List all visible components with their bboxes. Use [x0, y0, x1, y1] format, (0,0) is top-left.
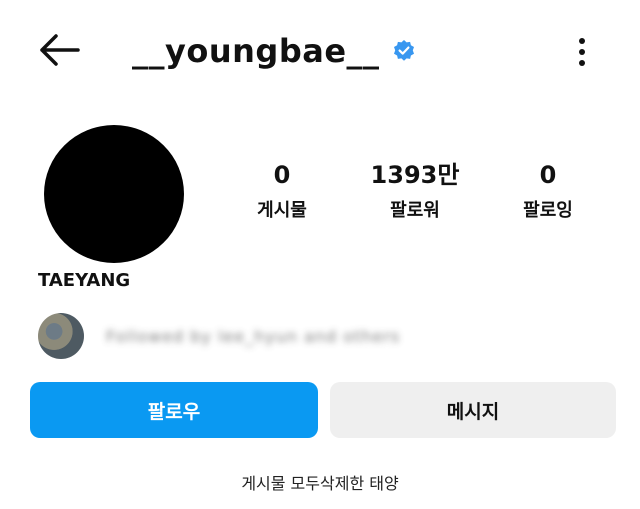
mutual-follower-avatar	[38, 313, 84, 359]
profile-header: __youngbae__	[132, 28, 416, 74]
back-arrow-icon	[40, 34, 80, 66]
stat-following[interactable]: 0 팔로잉	[488, 160, 608, 224]
back-arrow-button[interactable]	[34, 30, 82, 70]
followed-by-row[interactable]: Followed by lee_hyun and others	[38, 313, 400, 359]
stat-followers[interactable]: 1393만 팔로워	[355, 160, 475, 224]
posts-label: 게시물	[257, 200, 307, 221]
posts-count: 0	[273, 161, 291, 189]
more-options-button[interactable]	[568, 32, 596, 72]
following-label: 팔로잉	[523, 200, 573, 221]
followed-by-text: Followed by lee_hyun and others	[106, 326, 401, 346]
following-count: 0	[539, 161, 557, 189]
profile-username: __youngbae__	[132, 32, 380, 70]
image-caption: 게시물 모두삭제한 태양	[241, 474, 399, 493]
follow-button[interactable]: 팔로우	[30, 382, 318, 438]
more-vertical-icon	[579, 38, 585, 66]
verified-badge-icon	[392, 39, 416, 63]
display-name: TAEYANG	[38, 270, 131, 291]
followers-label: 팔로워	[390, 200, 440, 221]
followers-count: 1393만	[370, 161, 460, 189]
stat-posts[interactable]: 0 게시물	[222, 160, 342, 224]
message-button[interactable]: 메시지	[330, 382, 616, 438]
profile-avatar[interactable]	[44, 125, 184, 263]
